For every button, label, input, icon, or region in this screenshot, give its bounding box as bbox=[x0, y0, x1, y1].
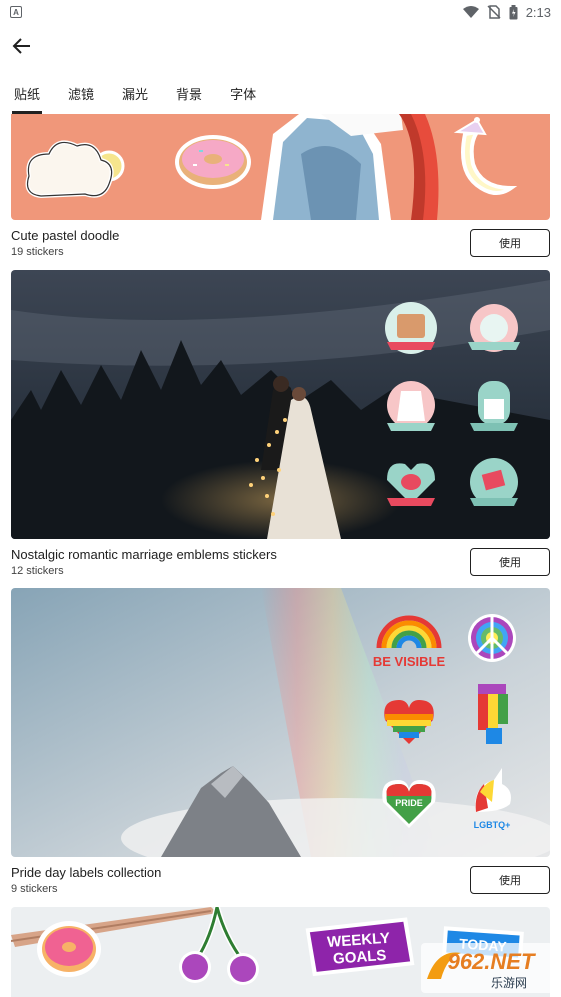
tab-backgrounds[interactable]: 背景 bbox=[176, 72, 202, 114]
pack-text: Pride day labels collection 9 stickers bbox=[11, 865, 161, 896]
arrow-back-icon bbox=[12, 38, 30, 54]
pack-text: Cute pastel doodle 19 stickers bbox=[11, 228, 119, 259]
pack-meta: Pride day labels collection 9 stickers 使… bbox=[11, 857, 550, 896]
lgbtq-label: LGBTQ+ bbox=[474, 820, 511, 830]
watermark-sub: 乐游网 bbox=[491, 976, 527, 990]
donut-sticker bbox=[37, 921, 101, 977]
pack-thumbnail[interactable] bbox=[11, 270, 550, 539]
watermark-logo: 962.NET 乐游网 bbox=[421, 943, 553, 993]
pack-title: Cute pastel doodle bbox=[11, 228, 120, 243]
a-notification-icon: A bbox=[10, 6, 22, 18]
clock: 2:13 bbox=[525, 4, 551, 20]
sticker-pack-card: Cute pastel doodle 19 stickers 使用 bbox=[11, 114, 550, 259]
pack-title: Pride day labels collection bbox=[11, 865, 162, 880]
category-tabs: 贴纸 滤镜 漏光 背景 字体 bbox=[0, 72, 561, 114]
pride-labels-preview: BE VISIBLE PRIDE LGBTQ+ bbox=[11, 588, 550, 857]
status-bar: A 2:13 bbox=[0, 0, 561, 24]
app-bar bbox=[0, 24, 561, 68]
peace-sticker bbox=[468, 614, 516, 662]
status-right: 2:13 bbox=[462, 4, 551, 20]
donut-sticker bbox=[175, 135, 251, 189]
use-button[interactable]: 使用 bbox=[470, 866, 550, 894]
pack-sticker-count: 9 stickers bbox=[11, 883, 58, 895]
watermark-main: 962.NET bbox=[448, 949, 536, 974]
pack-meta: Nostalgic romantic marriage emblems stic… bbox=[11, 539, 550, 578]
sticker-pack-list[interactable]: Cute pastel doodle 19 stickers 使用 Nostal… bbox=[0, 114, 561, 997]
sticker-pack-card: BE VISIBLE PRIDE LGBTQ+ Pride day labels… bbox=[11, 588, 550, 896]
pack-thumbnail[interactable]: BE VISIBLE PRIDE LGBTQ+ bbox=[11, 588, 550, 857]
use-button[interactable]: 使用 bbox=[470, 548, 550, 576]
battery-icon bbox=[509, 4, 518, 19]
be-visible-label: BE VISIBLE bbox=[373, 654, 446, 669]
pack-thumbnail[interactable] bbox=[11, 114, 550, 220]
status-left: A bbox=[10, 6, 22, 18]
tab-light-leaks[interactable]: 漏光 bbox=[122, 72, 148, 114]
site-watermark: 962.NET 乐游网 bbox=[421, 943, 553, 993]
pride-label: PRIDE bbox=[395, 798, 423, 808]
pack-sticker-count: 12 stickers bbox=[11, 565, 64, 577]
pack-title: Nostalgic romantic marriage emblems stic… bbox=[11, 547, 277, 562]
tab-stickers[interactable]: 贴纸 bbox=[11, 72, 43, 114]
tab-fonts[interactable]: 字体 bbox=[230, 72, 256, 114]
tab-filters[interactable]: 滤镜 bbox=[68, 72, 94, 114]
use-button[interactable]: 使用 bbox=[470, 229, 550, 257]
pack-text: Nostalgic romantic marriage emblems stic… bbox=[11, 547, 277, 578]
pack-meta: Cute pastel doodle 19 stickers 使用 bbox=[11, 220, 550, 259]
no-sim-icon bbox=[487, 5, 501, 19]
back-button[interactable] bbox=[0, 24, 44, 68]
pack-sticker-count: 19 stickers bbox=[11, 246, 64, 258]
wedding-emblems-preview bbox=[11, 270, 550, 539]
sticker-pack-card: Nostalgic romantic marriage emblems stic… bbox=[11, 270, 550, 578]
wifi-icon bbox=[462, 6, 479, 18]
pastel-doodle-preview bbox=[11, 114, 550, 220]
